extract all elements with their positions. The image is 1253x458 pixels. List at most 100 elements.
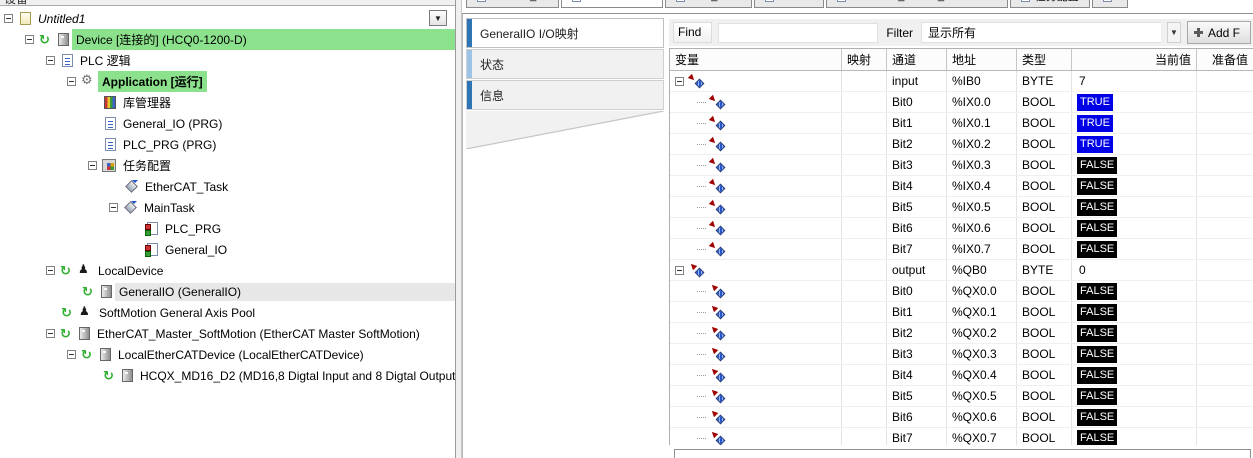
filter-select[interactable]: 显示所有: [921, 22, 1161, 43]
document-tab[interactable]: General_IO: [466, 0, 559, 8]
tree-item[interactable]: ↻GeneralIO (GeneralIO): [0, 281, 455, 302]
value-badge[interactable]: FALSE: [1077, 346, 1117, 363]
value-badge[interactable]: TRUE: [1077, 94, 1113, 111]
value-text[interactable]: 0: [1077, 263, 1086, 277]
tab-status[interactable]: 状态: [466, 49, 664, 79]
expand-collapse-icon[interactable]: [109, 203, 118, 212]
document-tab[interactable]: EtherCAT_Master_SoftMotion: [826, 0, 1008, 8]
expand-collapse-icon[interactable]: [675, 266, 684, 275]
prepared-value-cell[interactable]: [1197, 155, 1253, 175]
prepared-value-cell[interactable]: [1197, 197, 1253, 217]
tree-item[interactable]: General_IO (PRG): [0, 113, 455, 134]
io-table-row[interactable]: Bit7%IX0.7BOOLFALSE: [670, 239, 1253, 260]
tree-item[interactable]: Untitled1: [0, 8, 455, 29]
io-table-row[interactable]: Bit1%IX0.1BOOLTRUE: [670, 113, 1253, 134]
expand-collapse-icon[interactable]: [67, 350, 76, 359]
tree-item[interactable]: ↻SoftMotion General Axis Pool: [0, 302, 455, 323]
io-table-row[interactable]: Bit7%QX0.7BOOLFALSE: [670, 428, 1253, 445]
io-table-row[interactable]: Bit6%QX0.6BOOLFALSE: [670, 407, 1253, 428]
io-table-row[interactable]: Bit1%QX0.1BOOLFALSE: [670, 302, 1253, 323]
prepared-value-cell[interactable]: [1197, 386, 1253, 406]
value-badge[interactable]: FALSE: [1077, 283, 1117, 300]
expand-collapse-icon[interactable]: [46, 56, 55, 65]
column-header-address[interactable]: 地址: [947, 49, 1017, 70]
column-header-mapping[interactable]: 映射: [842, 49, 887, 70]
expand-collapse-icon[interactable]: [67, 77, 76, 86]
tab-information[interactable]: 信息: [466, 80, 664, 110]
prepared-value-cell[interactable]: [1197, 218, 1253, 238]
value-badge[interactable]: FALSE: [1077, 430, 1117, 446]
io-table-row[interactable]: Bit4%IX0.4BOOLFALSE: [670, 176, 1253, 197]
tree-item[interactable]: ↻Device [连接的] (HCQ0-1200-D): [0, 29, 455, 50]
prepared-value-cell[interactable]: [1197, 344, 1253, 364]
io-table-row[interactable]: Bit5%IX0.5BOOLFALSE: [670, 197, 1253, 218]
prepared-value-cell[interactable]: [1197, 365, 1253, 385]
io-table-row[interactable]: Bit3%IX0.3BOOLFALSE: [670, 155, 1253, 176]
tab-io-mapping[interactable]: GeneralIO I/O映射: [466, 18, 664, 48]
prepared-value-cell[interactable]: [1197, 260, 1253, 280]
prepared-value-cell[interactable]: [1197, 176, 1253, 196]
column-header-type[interactable]: 类型: [1017, 49, 1072, 70]
tree-item[interactable]: ↻EtherCAT_Master_SoftMotion (EtherCAT Ma…: [0, 323, 455, 344]
value-text[interactable]: 7: [1077, 74, 1086, 88]
expand-collapse-icon[interactable]: [675, 77, 684, 86]
value-badge[interactable]: FALSE: [1077, 325, 1117, 342]
tree-item[interactable]: PLC_PRG (PRG): [0, 134, 455, 155]
document-tab[interactable]: PLC_PRG: [665, 0, 752, 8]
io-table-row[interactable]: Bit6%IX0.6BOOLFALSE: [670, 218, 1253, 239]
io-table-row[interactable]: Bit4%QX0.4BOOLFALSE: [670, 365, 1253, 386]
prepared-value-cell[interactable]: [1197, 92, 1253, 112]
tree-item[interactable]: General_IO: [0, 239, 455, 260]
tree-item[interactable]: ↻LocalDevice: [0, 260, 455, 281]
prepared-value-cell[interactable]: [1197, 134, 1253, 154]
value-badge[interactable]: FALSE: [1077, 409, 1117, 426]
value-badge[interactable]: FALSE: [1077, 241, 1117, 258]
filter-dropdown-arrow-icon[interactable]: ▼: [1167, 22, 1181, 43]
document-tab[interactable]: [1092, 0, 1128, 8]
io-table-row[interactable]: input%IB0BYTE7: [670, 71, 1253, 92]
value-badge[interactable]: FALSE: [1077, 304, 1117, 321]
document-tab[interactable]: GeneralIO✕: [561, 0, 663, 8]
prepared-value-cell[interactable]: [1197, 239, 1253, 259]
value-badge[interactable]: TRUE: [1077, 136, 1113, 153]
add-fb-button[interactable]: Add F: [1187, 21, 1251, 44]
tree-item[interactable]: PLC_PRG: [0, 218, 455, 239]
expand-collapse-icon[interactable]: [4, 14, 13, 23]
value-badge[interactable]: FALSE: [1077, 178, 1117, 195]
prepared-value-cell[interactable]: [1197, 281, 1253, 301]
io-table-row[interactable]: output%QB0BYTE0: [670, 260, 1253, 281]
prepared-value-cell[interactable]: [1197, 113, 1253, 133]
column-header-channel[interactable]: 通道: [887, 49, 947, 70]
io-table-row[interactable]: Bit3%QX0.3BOOLFALSE: [670, 344, 1253, 365]
project-dropdown-button[interactable]: ▼: [429, 10, 447, 26]
value-badge[interactable]: FALSE: [1077, 388, 1117, 405]
tree-item[interactable]: Application [运行]: [0, 71, 455, 92]
tree-item[interactable]: EtherCAT_Task: [0, 176, 455, 197]
io-table-row[interactable]: Bit0%IX0.0BOOLTRUE: [670, 92, 1253, 113]
find-button[interactable]: Find: [673, 22, 712, 43]
expand-collapse-icon[interactable]: [46, 329, 55, 338]
io-table-row[interactable]: Bit2%IX0.2BOOLTRUE: [670, 134, 1253, 155]
io-table-row[interactable]: Bit5%QX0.5BOOLFALSE: [670, 386, 1253, 407]
value-badge[interactable]: FALSE: [1077, 367, 1117, 384]
prepared-value-cell[interactable]: [1197, 428, 1253, 445]
document-tab[interactable]: Device: [754, 0, 824, 8]
expand-collapse-icon[interactable]: [46, 266, 55, 275]
close-icon[interactable]: ✕: [643, 0, 651, 2]
io-table-row[interactable]: Bit0%QX0.0BOOLFALSE: [670, 281, 1253, 302]
expand-collapse-icon[interactable]: [25, 35, 34, 44]
tree-item[interactable]: MainTask: [0, 197, 455, 218]
prepared-value-cell[interactable]: [1197, 323, 1253, 343]
io-table-row[interactable]: Bit2%QX0.2BOOLFALSE: [670, 323, 1253, 344]
column-header-current-value[interactable]: 当前值: [1072, 49, 1197, 70]
document-tab[interactable]: 任务配置: [1010, 0, 1090, 8]
value-badge[interactable]: FALSE: [1077, 199, 1117, 216]
tree-item[interactable]: 任务配置: [0, 155, 455, 176]
value-badge[interactable]: TRUE: [1077, 115, 1113, 132]
prepared-value-cell[interactable]: [1197, 71, 1253, 91]
expand-collapse-icon[interactable]: [88, 161, 97, 170]
value-badge[interactable]: FALSE: [1077, 220, 1117, 237]
value-badge[interactable]: FALSE: [1077, 157, 1117, 174]
tree-item[interactable]: ↻LocalEtherCATDevice (LocalEtherCATDevic…: [0, 344, 455, 365]
tree-item[interactable]: PLC 逻辑: [0, 50, 455, 71]
